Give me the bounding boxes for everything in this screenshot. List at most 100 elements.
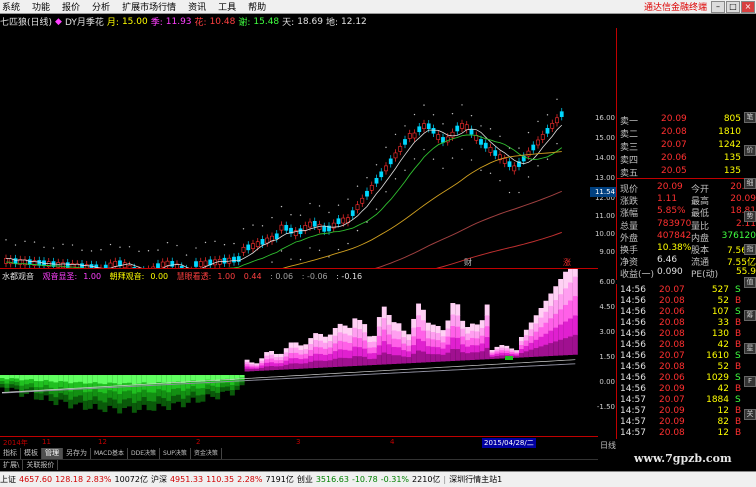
tab-template[interactable]: 模板 bbox=[21, 448, 42, 459]
tab-indicator[interactable]: 指标 bbox=[0, 448, 21, 459]
band-dot bbox=[290, 214, 292, 216]
band-dot bbox=[157, 249, 159, 251]
band-dot bbox=[90, 250, 93, 252]
green-bar-segment bbox=[234, 385, 240, 390]
side-tab[interactable]: 筹 bbox=[744, 310, 756, 321]
pink-bar-segment bbox=[318, 347, 323, 355]
menu-quote[interactable]: 报价 bbox=[56, 0, 86, 13]
green-bar-segment bbox=[215, 386, 221, 394]
pink-bar-segment bbox=[401, 356, 407, 364]
green-bar-segment bbox=[176, 375, 181, 383]
pink-bar-segment bbox=[303, 363, 309, 369]
tick-trades-list[interactable]: 14:56 20.07 527 S 14:56 20.08 52 B 14:56 20.06 107… bbox=[616, 284, 756, 439]
pink-bar-segment bbox=[391, 338, 397, 348]
menu-extended-market[interactable]: 扩展市场行情 bbox=[116, 0, 182, 13]
green-bar-segment bbox=[19, 375, 25, 381]
band-dot bbox=[109, 243, 112, 246]
pink-bar-segment bbox=[470, 330, 475, 339]
pink-bar-segment bbox=[376, 335, 382, 346]
stock-name[interactable]: 七匹狼(日线) bbox=[0, 15, 52, 28]
pink-bar-segment bbox=[293, 352, 299, 359]
tab-sup[interactable]: SUP决策 bbox=[160, 448, 191, 459]
tab-macd[interactable]: MACD基本 bbox=[91, 448, 128, 459]
side-tab[interactable]: 值 bbox=[744, 277, 756, 288]
trade-row: 14:56 20.06 107 S bbox=[617, 307, 756, 318]
trade-price: 20.09 bbox=[659, 406, 685, 416]
pink-bar-segment bbox=[396, 339, 402, 348]
minimize-icon[interactable]: – bbox=[711, 0, 725, 13]
maximize-icon[interactable]: □ bbox=[726, 0, 740, 13]
indicator-panel[interactable]: 水都观音 观音显圣: 1.00 朝拜观音: 0.00 慧眼看透: 1.00 0.44 … bbox=[0, 268, 598, 440]
pink-bar-segment bbox=[538, 346, 544, 357]
indicator-name[interactable]: DY月季花 bbox=[65, 15, 104, 28]
xie-value: 15.48 bbox=[253, 16, 280, 27]
trade-price: 20.06 bbox=[659, 373, 685, 383]
tab-save-as[interactable]: 另存为 bbox=[63, 448, 91, 459]
pink-bar-segment bbox=[572, 334, 578, 355]
band-dot bbox=[223, 243, 226, 246]
menu-help[interactable]: 帮助 bbox=[242, 0, 272, 13]
menu-analysis[interactable]: 分析 bbox=[86, 0, 116, 13]
band-dot bbox=[309, 202, 311, 205]
pink-bar-segment bbox=[303, 344, 309, 350]
menu-tools[interactable]: 工具 bbox=[212, 0, 242, 13]
side-tab[interactable]: 价 bbox=[744, 145, 756, 156]
trade-side: B bbox=[735, 406, 742, 416]
tab-dde[interactable]: DDE决策 bbox=[128, 448, 161, 459]
pink-bar-segment bbox=[553, 300, 559, 315]
indicator-value3: 1.00 bbox=[217, 272, 236, 281]
indicator-svg bbox=[0, 269, 578, 414]
close-icon[interactable]: × bbox=[741, 0, 755, 13]
green-bar-segment bbox=[195, 395, 201, 403]
green-bar-segment bbox=[9, 384, 15, 388]
tab-extend[interactable]: 扩展\ bbox=[0, 460, 24, 470]
pink-bar-segment bbox=[274, 357, 279, 361]
period-label[interactable]: 日线 bbox=[600, 440, 616, 451]
pink-bar-segment bbox=[283, 348, 289, 353]
tab-fund[interactable]: 资金决策 bbox=[191, 448, 222, 459]
green-bar-segment bbox=[53, 389, 59, 398]
candlestick-chart[interactable]: 财 涨 bbox=[0, 28, 598, 268]
indicator-title[interactable]: 水都观音 bbox=[2, 272, 34, 281]
green-bar-segment bbox=[33, 375, 39, 382]
side-tab[interactable]: 关 bbox=[744, 409, 756, 420]
side-tab[interactable]: F bbox=[744, 376, 756, 387]
menu-system[interactable]: 系统 bbox=[0, 0, 26, 13]
green-bar-segment bbox=[131, 375, 137, 385]
green-bar-segment bbox=[97, 400, 103, 410]
green-bar-segment bbox=[151, 392, 157, 402]
side-tab[interactable]: 笔 bbox=[744, 112, 756, 123]
side-tab[interactable]: 指 bbox=[744, 244, 756, 255]
pink-bar-segment bbox=[450, 303, 456, 316]
green-bar-segment bbox=[0, 378, 5, 382]
green-bar-segment bbox=[58, 393, 64, 400]
pink-bar-segment bbox=[386, 314, 392, 326]
pink-bar-segment bbox=[357, 319, 363, 330]
pink-bar-segment bbox=[337, 340, 343, 350]
green-bar-segment bbox=[161, 375, 167, 384]
green-bar-segment bbox=[117, 393, 123, 404]
tab-manage[interactable]: 管理 bbox=[42, 448, 63, 459]
menu-news[interactable]: 资讯 bbox=[182, 0, 212, 13]
menu-function[interactable]: 功能 bbox=[26, 0, 56, 13]
tab-related-quotes[interactable]: 关联报价 bbox=[23, 460, 59, 470]
cy-amount: 2210亿 bbox=[412, 475, 441, 484]
pink-bar-segment bbox=[543, 300, 549, 313]
candle-body bbox=[246, 244, 251, 251]
pink-bar-segment bbox=[352, 346, 358, 357]
pink-bar-segment bbox=[381, 318, 387, 331]
green-bar-segment bbox=[156, 389, 162, 397]
side-tab[interactable]: 细 bbox=[744, 178, 756, 189]
stat-label: 最低 bbox=[691, 209, 710, 220]
green-bar-segment bbox=[131, 402, 137, 413]
side-tab[interactable]: 势 bbox=[744, 211, 756, 222]
trade-volume: 12 bbox=[717, 406, 729, 416]
trade-price: 20.08 bbox=[659, 428, 685, 438]
side-tab[interactable]: 星 bbox=[744, 343, 756, 354]
server-site[interactable]: 深圳行情主站1 bbox=[449, 474, 502, 485]
green-bar-segment bbox=[229, 390, 235, 396]
trade-row: 14:56 20.08 52 B bbox=[617, 362, 756, 373]
pink-bar-segment bbox=[421, 320, 426, 332]
ask-price: 20.05 bbox=[661, 166, 687, 176]
pink-bar-segment bbox=[421, 351, 426, 363]
